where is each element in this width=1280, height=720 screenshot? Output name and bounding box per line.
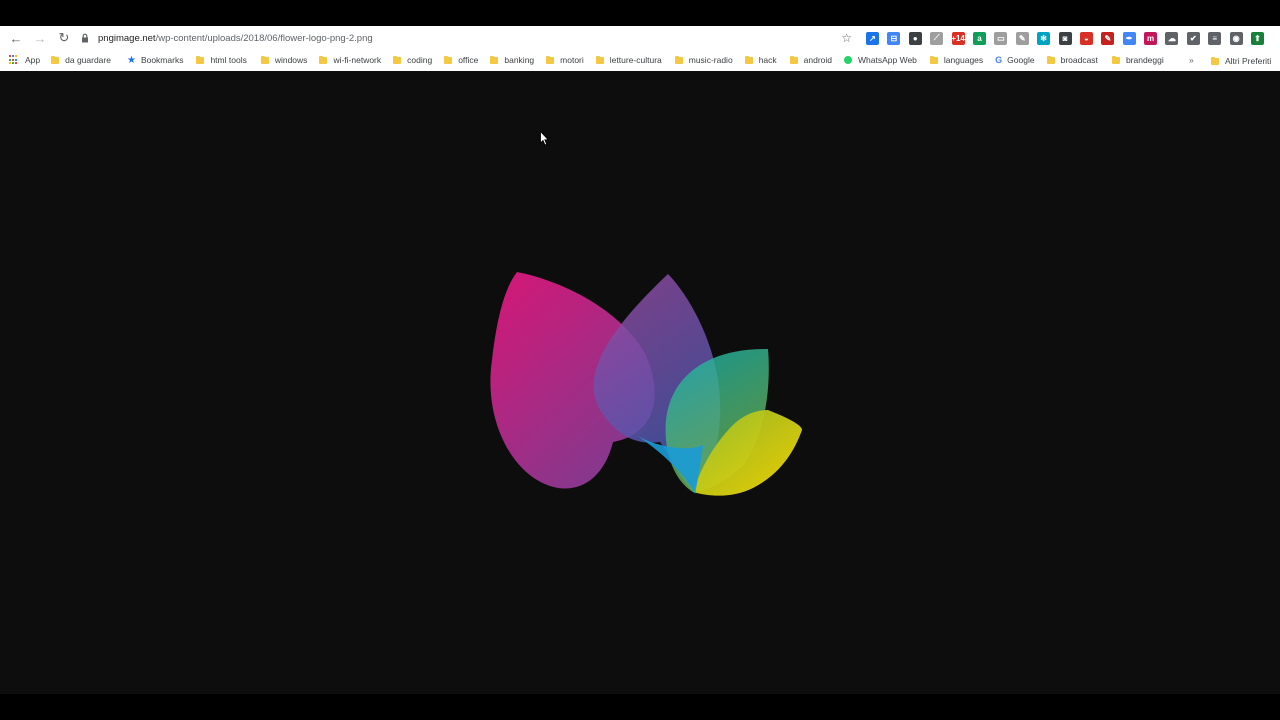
folder-icon [744, 55, 753, 64]
folder-icon [674, 55, 683, 64]
folder-icon [595, 55, 604, 64]
bookmark-label: Bookmarks [140, 55, 184, 65]
bookmark-label: motori [560, 55, 584, 65]
bookmark-da-guardare[interactable]: da guardare [51, 55, 111, 65]
bookmark-letture-cultura[interactable]: letture-cultura [595, 55, 662, 65]
bookmark-apps-label: App [25, 55, 41, 65]
pdf-ext-icon[interactable]: ⟋ [930, 31, 944, 45]
a-ext-icon[interactable]: a [972, 31, 986, 45]
bookmark-label: html tools [210, 55, 247, 65]
back-button[interactable]: ← [6, 28, 26, 48]
bookmark-bookmarks[interactable]: ★ Bookmarks [127, 55, 183, 66]
arrow-ext-icon[interactable]: ↗ [866, 31, 879, 45]
url-text: pngimage.net/wp-content/uploads/2018/06/… [98, 33, 373, 44]
bookmark-star-icon[interactable]: ☆ [841, 31, 852, 45]
bookmark-coding[interactable]: coding [393, 55, 432, 65]
extensions-bar: ↗ ⊟ ● ⟋ +14 a ▭ ✎ ✻ ◙ ◒ ✎ ✒ m ☁ ✔ ≡ ◉ ⬆ [866, 30, 1272, 46]
bottom-bar [0, 694, 1280, 720]
whatsapp-icon [844, 56, 853, 64]
screen-ext-icon[interactable]: ▭ [994, 31, 1008, 45]
profile-ext-icon[interactable]: ◉ [1229, 31, 1243, 45]
feather-ext-icon[interactable]: ✒ [1122, 31, 1136, 45]
bookmark-label: languages [943, 55, 984, 65]
reload-button[interactable]: ↻ [54, 28, 74, 48]
bookmark-office[interactable]: office [444, 55, 478, 65]
url-path: /wp-content/uploads/2018/06/flower-logo-… [155, 32, 373, 44]
bookmark-label: da guardare [65, 55, 111, 65]
bookmark-label: office [458, 55, 479, 65]
bookmarks-bar: App da guardare ★ Bookmarks html tools windo… [0, 50, 1280, 70]
folder-icon [490, 55, 499, 64]
bookmark-broadcast[interactable]: broadcast [1046, 55, 1098, 65]
url-host: pngimage.net [98, 32, 156, 44]
bookmark-items: da guardare ★ Bookmarks html tools windows wi… [51, 55, 1176, 66]
folder-icon [1046, 55, 1055, 64]
apps-grid-icon [9, 55, 19, 65]
bookmark-label: WhatsApp Web [858, 55, 917, 65]
lock-icon[interactable] [80, 33, 90, 43]
bookmark-google[interactable]: G Google [995, 55, 1034, 65]
bookmarks-overflow-button[interactable]: » [1189, 55, 1194, 65]
bookmark-brandeggi[interactable]: brandeggi [1111, 55, 1164, 65]
browser-chrome: ← → ↻ pngimage.net/wp-content/uploads/20… [0, 26, 1280, 71]
folder-icon [393, 55, 402, 64]
list-ext-icon[interactable]: ≡ [1208, 31, 1222, 45]
folder-icon [789, 55, 798, 64]
folder-icon [444, 55, 453, 64]
address-bar[interactable]: pngimage.net/wp-content/uploads/2018/06/… [74, 28, 858, 48]
folder-icon [51, 55, 60, 64]
folder-icon [546, 55, 555, 64]
badge-ext-icon[interactable]: +14 [951, 31, 965, 45]
folder-icon [929, 55, 938, 64]
browser-toolbar: ← → ↻ pngimage.net/wp-content/uploads/20… [0, 26, 1280, 50]
bookmark-label: windows [274, 55, 308, 65]
bookmark-label: banking [504, 55, 535, 65]
bookmark-languages[interactable]: languages [929, 55, 984, 65]
folder-icon [196, 55, 205, 64]
bookmark-html-tools[interactable]: html tools [196, 55, 247, 65]
forward-button[interactable]: → [30, 28, 50, 48]
bookmark-whatsapp-web[interactable]: WhatsApp Web [844, 55, 917, 65]
circle-ext-icon[interactable]: ● [908, 31, 922, 45]
bookmark-label: Google [1007, 55, 1035, 65]
bookmark-other-label: Altri Preferiti [1225, 56, 1272, 66]
bookmark-apps[interactable]: App [9, 55, 40, 65]
doc-ext-icon[interactable]: ⊟ [887, 31, 901, 45]
bookmark-label: broadcast [1060, 55, 1098, 65]
bookmark-banking[interactable]: banking [490, 55, 534, 65]
bookmark-windows[interactable]: windows [260, 55, 308, 65]
folder-icon [319, 55, 328, 64]
bookmark-label: android [803, 55, 833, 65]
bookmark-label: coding [407, 55, 433, 65]
m-ext-icon[interactable]: m [1144, 31, 1158, 45]
bookmark-label: hack [758, 55, 777, 65]
camera-ext-icon[interactable]: ◙ [1058, 31, 1072, 45]
pokeball-ext-icon[interactable]: ◒ [1079, 31, 1093, 45]
bookmark-android[interactable]: android [789, 55, 833, 65]
bookmarks-overflow-label: » [1189, 55, 1194, 65]
bookmark-label: brandeggi [1125, 55, 1164, 65]
bookmark-hack[interactable]: hack [744, 55, 777, 65]
bookmark-label: letture-cultura [609, 55, 662, 65]
bookmark-music-radio[interactable]: music-radio [674, 55, 733, 65]
bookmark-other-favorites[interactable]: Altri Preferiti [1211, 56, 1271, 66]
cloud-ext-icon[interactable]: ☁ [1165, 31, 1179, 45]
bookmark-label: wi-fi-network [333, 55, 382, 65]
bookmark-wi-fi-network[interactable]: wi-fi-network [319, 55, 381, 65]
star-icon: ★ [126, 54, 136, 66]
bookmark-label: music-radio [688, 55, 733, 65]
flower-logo-image [490, 272, 802, 496]
google-icon: G [995, 55, 1003, 65]
folder-icon [1111, 55, 1120, 64]
check-ext-icon[interactable]: ✔ [1186, 31, 1200, 45]
folder-icon [1211, 56, 1219, 65]
pen-ext-icon[interactable]: ✎ [1015, 31, 1029, 45]
acrobat-ext-icon[interactable]: ✎ [1101, 31, 1115, 45]
folder-icon [260, 55, 269, 64]
bookmark-motori[interactable]: motori [546, 55, 584, 65]
react-ext-icon[interactable]: ✻ [1037, 31, 1051, 45]
update-ext-icon[interactable]: ⬆ [1251, 31, 1265, 45]
mouse-cursor-icon [540, 131, 550, 146]
